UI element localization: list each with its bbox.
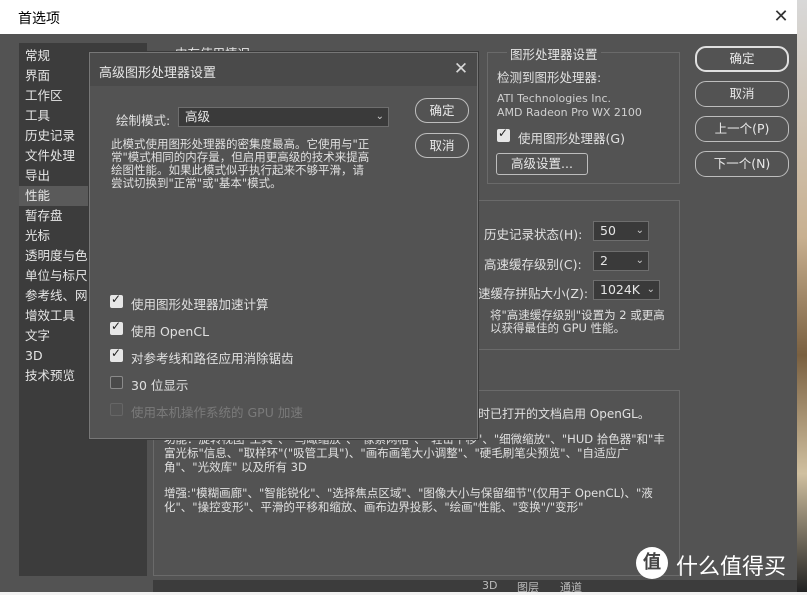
drawing-mode-description: 此模式使用图形处理器的密集度最高。它使用与"正常"模式相同的内存量，但启用更高级… <box>111 137 370 190</box>
cache-levels-value: 2 <box>600 253 608 268</box>
watermark-text: 什么值得买 <box>676 555 787 580</box>
tab-channels[interactable]: 通道 <box>560 579 582 595</box>
gpu-detected-label: 检测到图形处理器: <box>497 70 602 85</box>
close-icon[interactable]: ✕ <box>770 6 792 28</box>
cache-note: 将"高速缓存级别"设置为 2 或更高以获得最佳的 GPU 性能。 <box>490 308 665 335</box>
tab-layers[interactable]: 图层 <box>517 579 539 595</box>
history-states-value: 50 <box>600 223 616 238</box>
advanced-cancel-button[interactable]: 取消 <box>415 133 469 158</box>
native-gpu-acceleration-checkbox <box>110 403 123 416</box>
preferences-title: 首选项 <box>18 11 60 27</box>
cache-levels-label: 高速缓存级别(C): <box>484 257 582 272</box>
advanced-gpu-settings-dialog: 高级图形处理器设置 ✕ 绘制模式: 高级 ⌄ 确定 取消 此模式使用图形处理器的密… <box>89 52 478 439</box>
use-gpu-checkbox[interactable] <box>497 126 510 142</box>
30bit-display-checkbox[interactable] <box>110 376 123 389</box>
opengl-note: 时已打开的文档启用 OpenGL。 <box>478 407 650 421</box>
close-icon[interactable]: ✕ <box>450 58 472 80</box>
native-gpu-acceleration-label: 使用本机操作系统的 GPU 加速 <box>131 405 303 420</box>
desktop-background-right <box>797 0 807 592</box>
cache-levels-select[interactable]: 2 ⌄ <box>593 251 649 271</box>
drawing-mode-select[interactable]: 高级 ⌄ <box>178 107 389 127</box>
advanced-ok-button[interactable]: 确定 <box>415 98 469 123</box>
cancel-button[interactable]: 取消 <box>695 81 789 107</box>
gpu-group-title: 图形处理器设置 <box>507 44 601 63</box>
advanced-dialog-title: 高级图形处理器设置 <box>99 66 217 81</box>
history-states-select[interactable]: 50 ⌄ <box>593 221 649 241</box>
chevron-down-icon: ⌄ <box>635 255 644 266</box>
30bit-display-label: 30 位显示 <box>131 378 189 393</box>
opencl-label: 使用 OpenCL <box>131 324 210 339</box>
cache-tile-size-select[interactable]: 1024K ⌄ <box>593 280 660 300</box>
gpu-model: AMD Radeon Pro WX 2100 <box>497 106 642 119</box>
cache-tile-size-value: 1024K <box>600 282 641 297</box>
drawing-mode-label: 绘制模式: <box>116 113 171 128</box>
antialias-label: 对参考线和路径应用消除锯齿 <box>131 351 294 366</box>
drawing-mode-value: 高级 <box>185 109 211 124</box>
history-states-label: 历史记录状态(H): <box>484 227 583 242</box>
ok-button[interactable]: 确定 <box>695 46 789 72</box>
next-button[interactable]: 下一个(N) <box>695 151 789 177</box>
use-gpu-label: 使用图形处理器(G) <box>518 131 625 146</box>
gpu-compute-label: 使用图形处理器加速计算 <box>131 297 269 312</box>
gpu-vendor: ATI Technologies Inc. <box>497 92 612 105</box>
gpu-compute-checkbox[interactable] <box>110 292 123 308</box>
enhanced-description: 增强:"模糊画廊"、"智能锐化"、"选择焦点区域"、"图像大小与保留细节"(仅用… <box>164 486 653 514</box>
watermark: 值 什么值得买 <box>636 547 798 583</box>
watermark-logo: 值 <box>636 547 668 579</box>
cache-tile-size-label: 速缓存拼贴大小(Z): <box>478 286 589 301</box>
previous-button[interactable]: 上一个(P) <box>695 116 789 142</box>
tab-3d[interactable]: 3D <box>482 579 497 592</box>
preferences-titlebar: 首选项 ✕ <box>0 0 797 34</box>
advanced-titlebar: 高级图形处理器设置 ✕ <box>90 53 477 86</box>
advanced-settings-button[interactable]: 高级设置... <box>496 153 588 175</box>
opencl-checkbox[interactable] <box>110 319 123 335</box>
chevron-down-icon: ⌄ <box>635 225 644 236</box>
chevron-down-icon: ⌄ <box>375 111 384 122</box>
antialias-checkbox[interactable] <box>110 346 123 362</box>
chevron-down-icon: ⌄ <box>646 284 655 295</box>
